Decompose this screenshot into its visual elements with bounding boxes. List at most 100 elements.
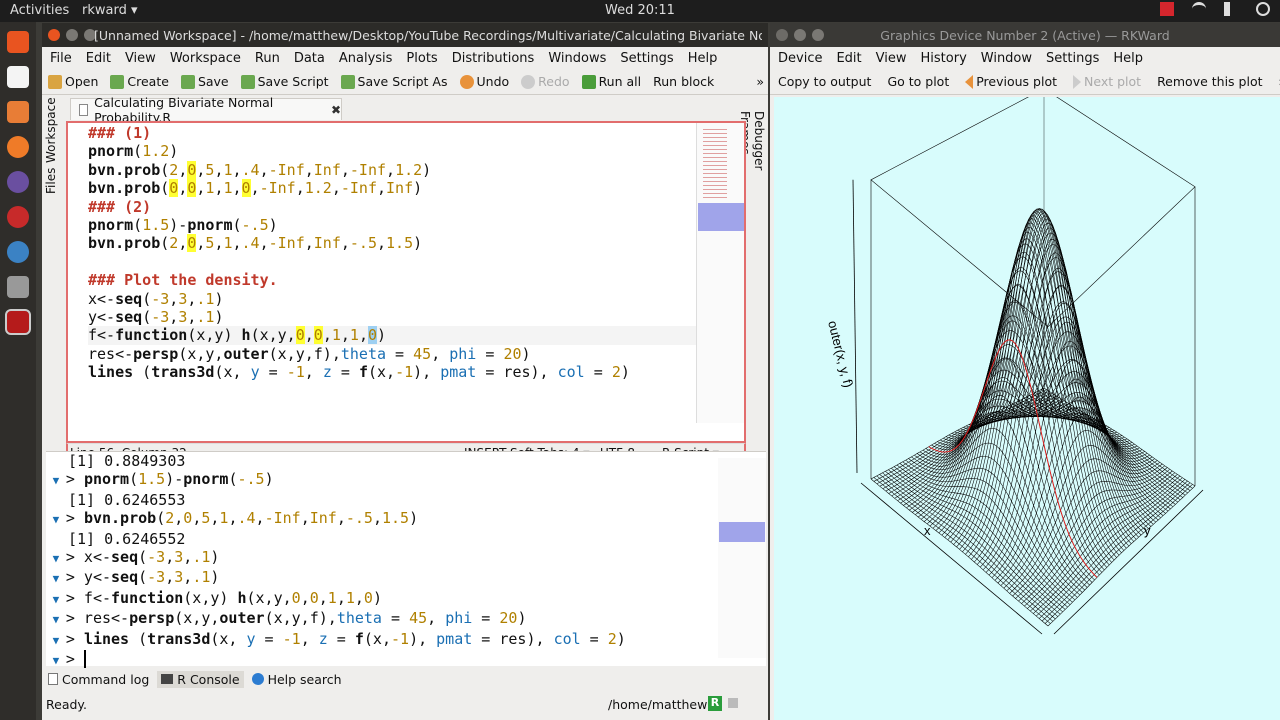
menu-data[interactable]: Data — [294, 51, 325, 66]
menu-history[interactable]: History — [921, 51, 967, 66]
menu-view[interactable]: View — [125, 51, 156, 66]
window-title: [Unnamed Workspace] - /home/matthew/Desk… — [94, 28, 762, 43]
document-icon[interactable] — [7, 66, 29, 88]
save-script-label: Save Script — [257, 74, 329, 89]
record-app-icon[interactable] — [7, 206, 29, 228]
menu-plots[interactable]: Plots — [406, 51, 437, 66]
mesh-line — [971, 232, 1135, 542]
console-output: [1] 0.6246553 — [46, 491, 626, 509]
menu-window[interactable]: Window — [981, 51, 1032, 66]
save-script-as-button[interactable]: Save Script As — [340, 74, 448, 89]
collapse-arrow-icon[interactable]: ▼ — [46, 572, 66, 585]
left-arrow-icon — [965, 74, 974, 89]
collapse-arrow-icon[interactable]: ▼ — [46, 474, 66, 487]
run-all-button[interactable]: Run all — [581, 74, 641, 89]
console-command: ▼ > pnorm(1.5)-pnorm(-.5) — [46, 470, 274, 489]
open-button[interactable]: Open — [48, 74, 98, 89]
main-menubar: File Edit View Workspace Run Data Analys… — [42, 47, 768, 69]
minimap-viewport[interactable] — [719, 522, 765, 542]
next-plot-label: Next plot — [1084, 74, 1142, 89]
toolbar-overflow-icon[interactable]: » — [756, 74, 764, 89]
files-side-tab[interactable]: Files — [44, 165, 58, 197]
menu-file[interactable]: File — [50, 51, 72, 66]
surface-mesh — [870, 208, 1196, 627]
remove-plot-button[interactable]: Remove this plot — [1157, 74, 1262, 89]
mesh-line — [852, 179, 858, 474]
minimap-viewport[interactable] — [698, 203, 744, 231]
menu-help[interactable]: Help — [1113, 51, 1143, 66]
save-button[interactable]: Save — [180, 74, 229, 89]
debugger-side-tab[interactable]: Debugger Frames — [738, 111, 766, 211]
previous-plot-button[interactable]: Previous plot — [965, 74, 1057, 89]
mesh-line — [997, 359, 1156, 523]
system-tray[interactable] — [1160, 2, 1270, 16]
collapse-arrow-icon[interactable]: ▼ — [46, 513, 66, 526]
mesh-line — [891, 467, 1066, 610]
go-to-plot-button[interactable]: Go to plot — [887, 74, 949, 89]
thunderbird-icon[interactable] — [7, 241, 29, 263]
menu-view[interactable]: View — [876, 51, 907, 66]
help-icon — [251, 673, 264, 685]
record-icon[interactable] — [1160, 2, 1174, 16]
menu-windows[interactable]: Windows — [548, 51, 606, 66]
save-script-button[interactable]: Save Script — [240, 74, 329, 89]
code-line: ### (2) — [88, 197, 152, 216]
menu-workspace[interactable]: Workspace — [170, 51, 241, 66]
editor-tab[interactable]: Calculating Bivariate Normal Probability… — [70, 95, 342, 125]
menu-analysis[interactable]: Analysis — [339, 51, 393, 66]
console-minimap[interactable] — [718, 458, 766, 658]
calculator-icon[interactable] — [7, 276, 29, 298]
working-directory[interactable]: /home/matthew — [608, 697, 707, 712]
menu-settings[interactable]: Settings — [620, 51, 673, 66]
script-editor[interactable]: ### (1) pnorm(1.2) bvn.prob(2,0,5,1,.4,-… — [66, 121, 746, 443]
menu-edit[interactable]: Edit — [836, 51, 861, 66]
clock[interactable]: Wed 20:11 — [0, 3, 1280, 18]
plot-canvas[interactable]: outer(x, y, f) x y — [774, 97, 1280, 720]
menu-device[interactable]: Device — [778, 51, 822, 66]
command-log-tab[interactable]: Command log — [48, 672, 149, 687]
undo-button[interactable]: Undo — [459, 74, 509, 89]
save-script-as-label: Save Script As — [357, 74, 448, 89]
volume-icon[interactable] — [1224, 2, 1238, 16]
close-tab-icon[interactable]: ✖ — [331, 103, 341, 117]
editor-minimap[interactable] — [696, 123, 744, 423]
menu-distributions[interactable]: Distributions — [452, 51, 535, 66]
power-icon[interactable] — [1256, 2, 1270, 16]
open-icon — [48, 74, 62, 89]
menu-edit[interactable]: Edit — [86, 51, 111, 66]
menu-run[interactable]: Run — [255, 51, 280, 66]
menu-settings[interactable]: Settings — [1046, 51, 1099, 66]
collapse-arrow-icon[interactable]: ▼ — [46, 634, 66, 647]
run-block-button[interactable]: Run block — [653, 74, 714, 89]
menu-help[interactable]: Help — [688, 51, 718, 66]
rkward-icon[interactable] — [5, 309, 31, 335]
workspace-side-tab[interactable]: Workspace — [44, 97, 58, 163]
redo-button[interactable]: Redo — [521, 74, 570, 89]
open-label: Open — [65, 74, 99, 89]
create-button[interactable]: Create — [110, 74, 169, 89]
r-console-tab[interactable]: R Console — [157, 670, 244, 688]
console-text[interactable]: [1] 0.8849303 ▼ > pnorm(1.5)-pnorm(-.5) … — [46, 452, 626, 670]
minimize-icon[interactable] — [66, 29, 78, 41]
redo-label: Redo — [538, 74, 570, 89]
firefox-icon[interactable] — [7, 136, 29, 158]
next-plot-button[interactable]: Next plot — [1073, 74, 1141, 89]
help-search-tab[interactable]: Help search — [251, 672, 342, 687]
collapse-arrow-icon[interactable]: ▼ — [46, 593, 66, 606]
wifi-icon[interactable] — [1192, 2, 1206, 16]
plot-window-title: Graphics Device Number 2 (Active) — RKWa… — [880, 28, 1170, 43]
software-icon[interactable] — [7, 101, 29, 123]
collapse-arrow-icon[interactable]: ▼ — [46, 613, 66, 626]
files-icon[interactable] — [7, 31, 29, 53]
app-icon[interactable] — [7, 171, 29, 193]
collapse-arrow-icon[interactable]: ▼ — [46, 552, 66, 565]
r-console[interactable]: [1] 0.8849303 ▼ > pnorm(1.5)-pnorm(-.5) … — [46, 451, 766, 669]
close-icon[interactable] — [48, 29, 60, 41]
console-command: ▼ > bvn.prob(2,0,5,1,.4,-Inf,Inf,-.5,1.5… — [46, 509, 419, 528]
copy-to-output-button[interactable]: Copy to output — [778, 74, 871, 89]
interrupt-icon[interactable] — [728, 698, 738, 708]
r-console-label: R Console — [177, 671, 240, 687]
collapse-arrow-icon[interactable]: ▼ — [46, 654, 66, 667]
editor-text[interactable]: ### (1) pnorm(1.2) bvn.prob(2,0,5,1,.4,-… — [88, 124, 696, 382]
console-icon — [161, 674, 174, 684]
